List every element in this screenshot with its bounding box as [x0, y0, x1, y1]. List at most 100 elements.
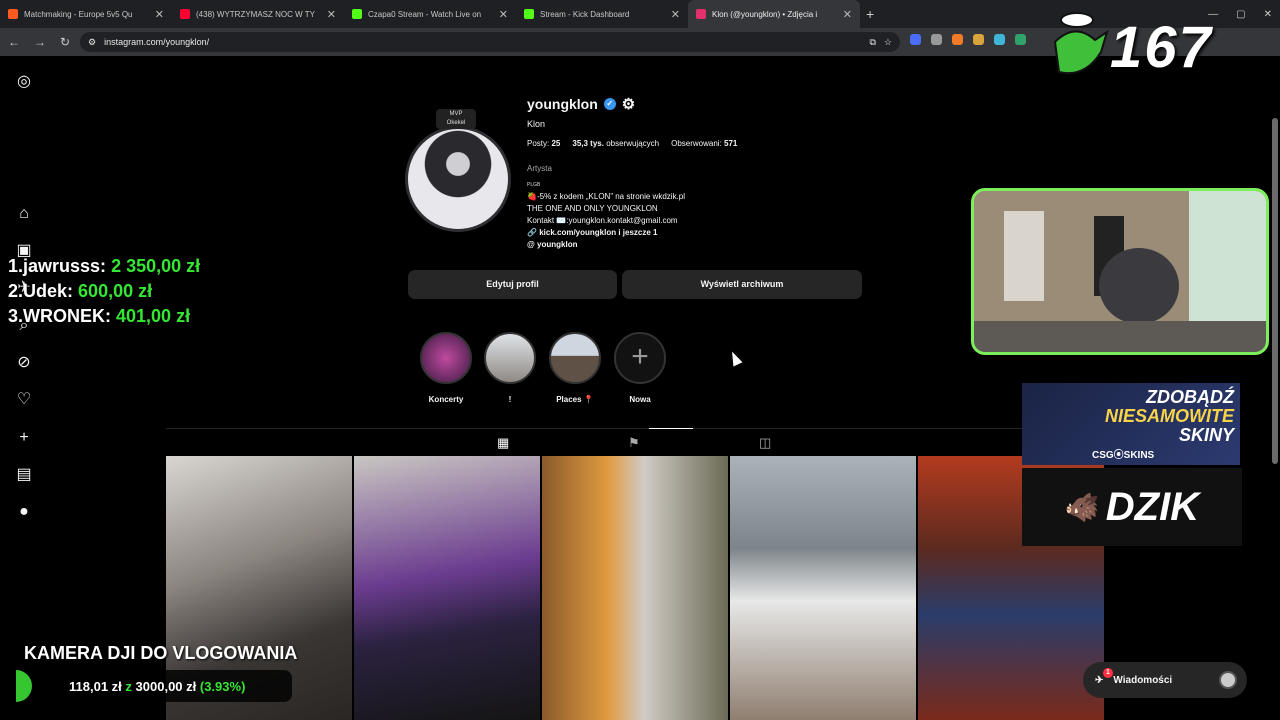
highlight-new[interactable]: + Nowa — [612, 332, 668, 404]
tab-youtube[interactable]: (438) WYTRZYMASZ NOC W TY ✕ — [172, 0, 344, 28]
highlight-koncerty[interactable]: Koncerty — [418, 332, 474, 404]
ad-headline: ZDOBĄDŹ NIESAMOWITE SKINY — [1105, 388, 1234, 445]
donor-name: 1.jawrusss: — [8, 256, 107, 276]
donation-leaderboard: 1.jawrusss: 2 350,00 zł 2.Udek: 600,00 z… — [8, 254, 200, 329]
mvp-note[interactable]: MVP Okekel — [436, 109, 476, 129]
edit-profile-button[interactable]: Edytuj profil — [408, 270, 617, 299]
boar-icon: 🐗 — [1064, 491, 1100, 523]
tab-czapa-stream[interactable]: Czapa0 Stream - Watch Live on ✕ — [344, 0, 516, 28]
username: youngklon — [527, 96, 598, 112]
close-icon[interactable]: ✕ — [671, 8, 680, 21]
highlight-label: Places 📍 — [556, 395, 594, 404]
instagram-logo-icon[interactable]: ◎ — [14, 72, 34, 92]
post-thumbnail[interactable] — [354, 456, 540, 720]
highlight-places[interactable]: Places 📍 — [547, 332, 603, 404]
goal-separator: z — [125, 679, 132, 694]
close-icon[interactable]: ✕ — [327, 8, 336, 21]
extension-icon[interactable] — [973, 34, 984, 45]
tagged-tab-icon[interactable]: ◫ — [759, 435, 771, 451]
mvp-label: MVP — [449, 111, 463, 117]
maximize-icon[interactable]: ▢ — [1236, 9, 1245, 20]
messages-button[interactable]: ✈ 1 Wiadomości — [1083, 662, 1247, 698]
bio-tag: PLGB — [527, 182, 541, 188]
profile-avatar[interactable] — [405, 126, 511, 232]
posts-stat: Posty: 25 — [527, 139, 560, 148]
reload-icon[interactable]: ↻ — [60, 35, 70, 49]
insights-icon[interactable]: ▤ — [14, 465, 34, 485]
tab-title: Klon (@youngklon) • Zdjęcia i — [712, 9, 818, 19]
highlight-exclamation[interactable]: ! — [482, 332, 538, 404]
extension-icon[interactable] — [952, 34, 963, 45]
extension-icon[interactable] — [910, 34, 921, 45]
messages-label: Wiadomości — [1113, 674, 1173, 686]
url-field[interactable]: ⚙ instagram.com/youngklon/ ⧉ ☆ — [80, 32, 900, 52]
close-icon[interactable]: ✕ — [499, 8, 508, 21]
link-icon: 🔗 — [527, 228, 537, 237]
window-controls: — ▢ ✕ — [1208, 0, 1272, 28]
bio: PLGB 🍓-5% z kodem „KLON” na stronie wkdz… — [527, 179, 685, 251]
forward-icon[interactable]: → — [34, 35, 46, 49]
webcam-feed — [974, 191, 1266, 352]
extension-icon[interactable] — [994, 34, 1005, 45]
create-icon[interactable]: + — [14, 428, 34, 448]
faceit-icon — [8, 9, 18, 19]
bio-line: Kontakt ✉️:youngklon.kontakt@gmail.com — [527, 216, 678, 225]
ad-brand: CSG⦿SKINS — [1092, 450, 1155, 461]
back-icon[interactable]: ← — [8, 35, 20, 49]
new-tab-button[interactable]: + — [866, 6, 874, 22]
threads-link[interactable]: @ youngklon — [527, 239, 685, 251]
ad-line: SKINY — [1178, 425, 1234, 445]
explore-icon[interactable]: ⊘ — [14, 353, 34, 373]
notifications-heart-icon[interactable]: ♡ — [14, 390, 34, 410]
tab-instagram[interactable]: Klon (@youngklon) • Zdjęcia i ✕ — [688, 0, 860, 28]
extensions-bar — [910, 34, 1026, 45]
goal-amounts: 118,01 zł z 3000,00 zł (3.93%) — [69, 679, 245, 694]
goal-percent: (3.93%) — [199, 679, 246, 694]
mouse-cursor — [727, 349, 743, 367]
profile-avatar-icon[interactable]: ● — [14, 502, 34, 522]
unread-badge: 1 — [1103, 668, 1113, 678]
followers-stat[interactable]: 35,3 tys. obserwujących — [572, 139, 659, 148]
webcam-overlay — [971, 188, 1269, 355]
close-icon[interactable]: ✕ — [155, 8, 164, 21]
instagram-icon — [696, 9, 706, 19]
profile-link[interactable]: 🔗 kick.com/youngklon i jeszcze 1 — [527, 227, 685, 239]
settings-gear-icon[interactable]: ⚙ — [622, 95, 635, 113]
saved-tab-icon[interactable]: ⚑ — [628, 435, 640, 451]
ad-line: ZDOBĄDŹ — [1146, 387, 1234, 407]
tab-matchmaking[interactable]: Matchmaking - Europe 5v5 Qu ✕ — [0, 0, 172, 28]
install-icon[interactable]: ⧉ — [869, 37, 875, 48]
post-thumbnail[interactable] — [730, 456, 916, 720]
tab-kick-dashboard[interactable]: Stream - Kick Dashboard ✕ — [516, 0, 688, 28]
bookmark-star-icon[interactable]: ☆ — [884, 37, 892, 48]
category: Artysta — [527, 164, 552, 173]
view-archive-button[interactable]: Wyświetl archiwum — [622, 270, 862, 299]
extension-icon[interactable] — [1015, 34, 1026, 45]
site-info-icon[interactable]: ⚙ — [88, 37, 96, 48]
tab-title: Matchmaking - Europe 5v5 Qu — [24, 9, 133, 19]
close-icon[interactable]: ✕ — [843, 8, 852, 21]
link-text: kick.com/youngklon i jeszcze 1 — [539, 228, 658, 237]
page-scrollbar[interactable] — [1272, 118, 1278, 464]
tab-title: Czapa0 Stream - Watch Live on — [368, 9, 482, 19]
profile-stats: Posty: 25 35,3 tys. obserwujących Obserw… — [527, 139, 737, 148]
post-thumbnail[interactable] — [542, 456, 728, 720]
home-icon[interactable]: ⌂ — [14, 204, 34, 224]
close-window-icon[interactable]: ✕ — [1264, 9, 1272, 20]
posts-value: 25 — [551, 139, 561, 148]
following-stat[interactable]: Obserwowani: 571 — [671, 139, 737, 148]
active-tab-indicator — [649, 428, 693, 429]
extension-icon[interactable] — [931, 34, 942, 45]
posts-grid-tab-icon[interactable]: ▦ — [497, 435, 509, 451]
posts-label: Posty: — [527, 139, 550, 148]
counter: 167 — [1110, 15, 1213, 80]
goal-current: 118,01 zł — [69, 679, 122, 694]
donor-name: 3.WRONEK: — [8, 306, 111, 326]
followers-value: 35,3 tys. — [572, 139, 604, 148]
youtube-icon — [180, 9, 190, 19]
kick-icon — [352, 9, 362, 19]
messenger-icon: ✈ — [1095, 674, 1104, 686]
left-nav: ◎ ⌂ ▣ ✈ ⌕ ⊘ ♡ + ▤ ● — [0, 56, 48, 720]
highlight-label: Koncerty — [428, 395, 464, 404]
contact-avatar — [1219, 671, 1237, 689]
